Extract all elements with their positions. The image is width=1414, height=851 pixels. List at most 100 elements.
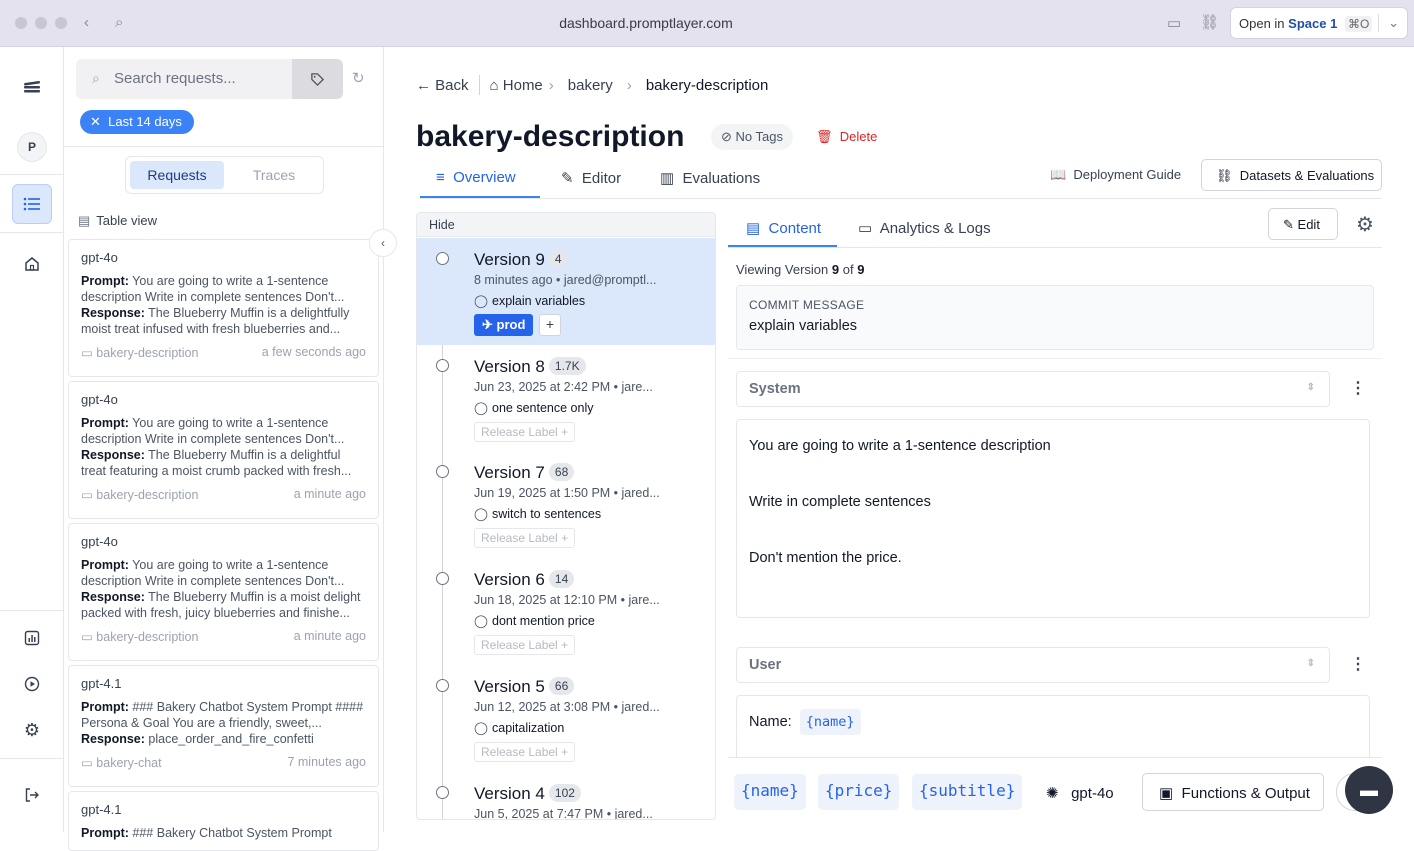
- variable-chip[interactable]: {subtitle}: [912, 774, 1023, 810]
- logout-icon[interactable]: [12, 775, 52, 815]
- variable-chip: {name}: [799, 709, 861, 735]
- cast-icon[interactable]: ▭: [1167, 14, 1181, 32]
- system-line: Don't mention the price.: [749, 550, 902, 566]
- variable-chip[interactable]: {price}: [818, 774, 900, 810]
- timeline-dot: [436, 465, 449, 478]
- deployment-guide-link[interactable]: 📖 Deployment Guide: [1050, 167, 1181, 183]
- tag-icon: ⊘: [721, 129, 732, 144]
- request-card[interactable]: gpt-4o Prompt: You are going to write a …: [68, 523, 379, 661]
- request-response: Response: The Blueberry Muffin is a deli…: [81, 448, 352, 478]
- analytics-icon[interactable]: [12, 618, 52, 658]
- home-icon[interactable]: [12, 244, 52, 284]
- date-filter-chip[interactable]: ✕ Last 14 days: [80, 110, 194, 134]
- search-icon: ⌕: [92, 70, 100, 86]
- commit-message-value: explain variables: [749, 318, 858, 334]
- space-name: Space 1: [1288, 16, 1338, 31]
- active-tab-indicator: [728, 245, 837, 247]
- tag-icon: [311, 72, 325, 86]
- version-item[interactable]: Version 94 8 minutes ago • jared@promptl…: [417, 238, 715, 345]
- release-label-button[interactable]: Release Label +: [474, 422, 576, 442]
- edit-button[interactable]: ✎ Edit: [1268, 208, 1338, 240]
- tab-overview[interactable]: ≡ Overview: [436, 169, 516, 186]
- version-title: Version 8: [474, 357, 545, 376]
- request-folder: ▭ bakery-description: [81, 346, 199, 360]
- system-line: Write in complete sentences: [749, 494, 931, 510]
- request-prompt: Prompt: ### Bakery Chatbot System Prompt: [81, 826, 332, 840]
- version-item[interactable]: Version 4 102 Jun 5, 2025 at 7:47 PM • ja…: [417, 772, 715, 820]
- variable-chip[interactable]: {name}: [734, 774, 806, 810]
- request-model: gpt-4.1: [81, 676, 122, 691]
- request-card[interactable]: gpt-4.1 Prompt: ### Bakery Chatbot Syste…: [68, 665, 379, 787]
- tag-filter-button[interactable]: [292, 59, 343, 99]
- table-view-link[interactable]: ▤ Table view: [78, 213, 157, 229]
- user-role-select[interactable]: User ⇕: [736, 647, 1330, 683]
- release-label-button[interactable]: Release Label +: [474, 528, 576, 548]
- home-link[interactable]: ⌂ Home: [490, 77, 543, 94]
- version-meta: Jun 5, 2025 at 7:47 PM • jared...: [474, 807, 653, 820]
- request-model: gpt-4o: [81, 534, 118, 549]
- version-count: 66: [548, 677, 575, 695]
- browser-titlebar: ‹ ⌕ dashboard.promptlayer.com ▭ ⛓ Open i…: [0, 0, 1414, 47]
- pencil-icon: ✎: [561, 170, 574, 187]
- requests-list-icon[interactable]: [12, 184, 52, 224]
- content-panel: ▤ Content ▭ Analytics & Logs ✎ Edit ⚙ Vi…: [728, 208, 1382, 832]
- divider: [728, 358, 1382, 359]
- link-icon[interactable]: ⛓: [1200, 13, 1219, 31]
- tab-requests[interactable]: Requests: [130, 161, 224, 189]
- terminal-icon: ▣: [1159, 785, 1174, 802]
- release-label-button[interactable]: Release Label +: [474, 742, 576, 762]
- tab-content[interactable]: ▤ Content: [746, 219, 821, 237]
- settings-icon[interactable]: ⚙: [12, 710, 52, 750]
- list-icon: ≡: [436, 169, 445, 186]
- tab-editor[interactable]: ✎ Editor: [561, 169, 621, 187]
- request-card[interactable]: gpt-4o Prompt: You are going to write a …: [68, 381, 379, 519]
- system-message-box[interactable]: You are going to write a 1-sentence desc…: [736, 419, 1370, 618]
- close-icon[interactable]: ✕: [90, 114, 101, 129]
- version-item[interactable]: Version 5 66 Jun 12, 2025 at 3:08 PM • ja…: [417, 665, 715, 772]
- breadcrumb-bakery[interactable]: bakery: [568, 77, 613, 94]
- chat-support-icon[interactable]: ▬: [1345, 766, 1393, 814]
- release-label-button[interactable]: Release Label +: [474, 635, 576, 655]
- request-model: gpt-4o: [81, 250, 118, 265]
- chevron-left-icon: ‹: [381, 236, 385, 250]
- address-bar[interactable]: dashboard.promptlayer.com: [0, 15, 1292, 31]
- version-title: Version 4: [474, 784, 545, 803]
- gear-icon[interactable]: ⚙: [1356, 212, 1374, 237]
- add-label-button[interactable]: +: [539, 314, 561, 336]
- release-label-prod[interactable]: ✈ prod: [474, 314, 534, 336]
- user-message-box[interactable]: Name: {name}: [736, 695, 1370, 765]
- version-item[interactable]: Version 8 1.7K Jun 23, 2025 at 2:42 PM • …: [417, 345, 715, 452]
- system-role-select[interactable]: System ⇕: [736, 371, 1330, 407]
- tab-analytics-logs[interactable]: ▭ Analytics & Logs: [858, 219, 991, 237]
- model-selector[interactable]: ✺ gpt-4o: [1046, 784, 1114, 802]
- divider: [64, 146, 384, 147]
- more-options-icon[interactable]: ⋮: [1350, 378, 1366, 398]
- delete-button[interactable]: 🗑 Delete: [816, 129, 877, 145]
- version-item[interactable]: Version 7 68 Jun 19, 2025 at 1:50 PM • ja…: [417, 451, 715, 558]
- version-item[interactable]: Version 6 14 Jun 18, 2025 at 12:10 PM • j…: [417, 558, 715, 665]
- comment-icon: ◯: [474, 401, 488, 415]
- datasets-evaluations-button[interactable]: ⛓ Datasets & Evaluations: [1201, 159, 1382, 191]
- more-options-icon[interactable]: ⋮: [1350, 654, 1366, 674]
- back-link[interactable]: ← Back: [416, 77, 469, 94]
- tab-traces[interactable]: Traces: [228, 161, 320, 189]
- request-card[interactable]: gpt-4.1 Prompt: ### Bakery Chatbot Syste…: [68, 791, 379, 851]
- play-icon[interactable]: [12, 664, 52, 704]
- chevron-down-icon[interactable]: ⌄: [1388, 15, 1399, 31]
- functions-output-button[interactable]: ▣ Functions & Output: [1142, 773, 1324, 811]
- promptlayer-logo-icon[interactable]: [12, 67, 52, 107]
- divider: [0, 174, 64, 175]
- tab-evaluations[interactable]: ▥ Evaluations: [660, 169, 760, 187]
- refresh-icon[interactable]: ↻: [352, 69, 365, 87]
- breadcrumb: ← Back ⌂ Home › bakery › bakery-descript…: [416, 75, 776, 95]
- open-in-space-button[interactable]: Open in Space 1 ⌘O ⌄: [1230, 7, 1408, 39]
- search-requests-input[interactable]: ⌕ Search requests...: [76, 59, 292, 99]
- version-title: Version 5: [474, 677, 545, 696]
- version-title: Version 9: [474, 250, 545, 269]
- request-model: gpt-4.1: [81, 802, 122, 817]
- hide-versions-button[interactable]: Hide: [417, 213, 715, 237]
- workspace-avatar[interactable]: P: [17, 132, 47, 162]
- request-card[interactable]: gpt-4o Prompt: You are going to write a …: [68, 239, 379, 377]
- collapse-panel-button[interactable]: ‹: [369, 229, 397, 257]
- tags-badge[interactable]: ⊘ No Tags: [711, 124, 793, 150]
